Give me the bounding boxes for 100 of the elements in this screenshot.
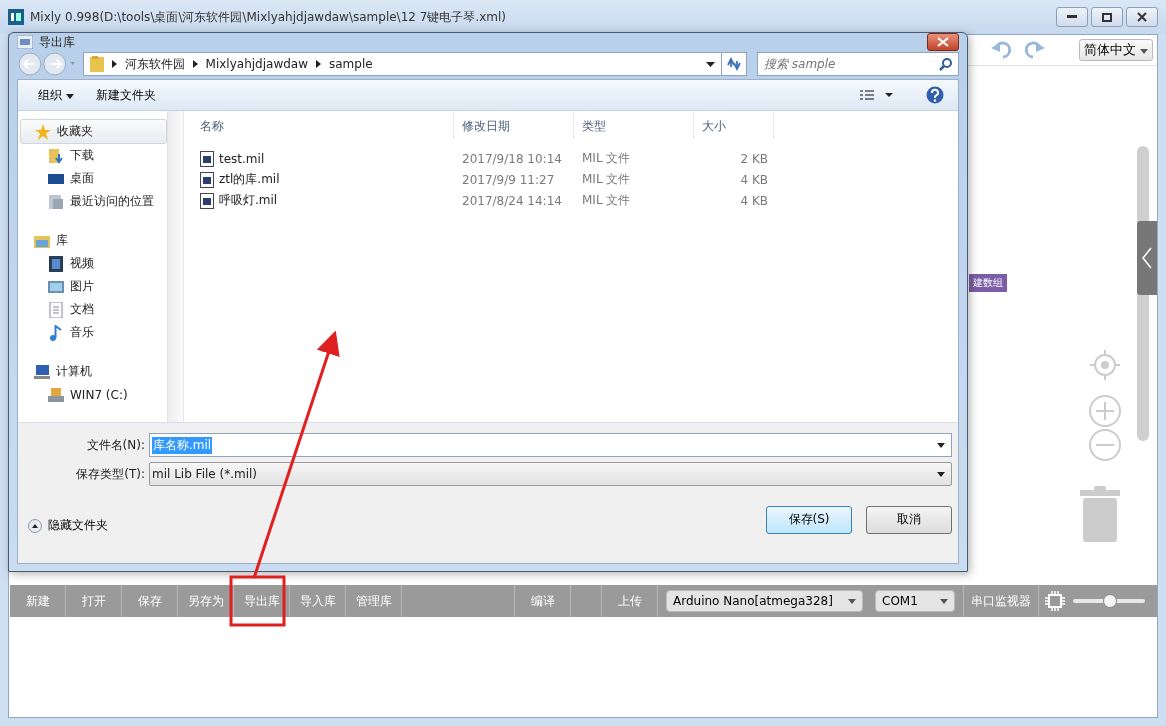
recent-icon — [48, 193, 64, 210]
nav-item[interactable]: 图片 — [20, 275, 167, 298]
nav-item[interactable]: 计算机 — [20, 360, 167, 383]
download-icon — [48, 147, 64, 164]
nav-item[interactable]: 视频 — [20, 252, 167, 275]
maximize-icon — [1102, 12, 1112, 22]
file-type: MIL 文件 — [581, 192, 632, 209]
dialog-button[interactable]: 保存(S) — [766, 505, 852, 534]
minimize-button[interactable] — [1056, 7, 1088, 27]
star-icon — [35, 123, 51, 140]
caret-icon — [65, 93, 74, 99]
video-icon — [48, 255, 64, 272]
nav-item[interactable]: 最近访问的位置 — [20, 190, 167, 213]
chevron-left-icon — [1142, 247, 1152, 269]
address-bar[interactable]: 河东软件园 Mixlyahjdjawdaw sample — [82, 52, 723, 76]
dropdown-arrow-icon[interactable] — [706, 61, 716, 67]
scrollbar[interactable] — [167, 111, 183, 422]
breadcrumb-item[interactable]: 河东软件园 — [124, 55, 185, 73]
zoom-out-icon[interactable] — [1088, 428, 1122, 462]
chevron-right-icon — [316, 60, 321, 68]
window-title: Mixly 0.998(D:\tools\桌面\河东软件园\Mixlyahjdjawdaw\sample\12 7键电子琴.xml) — [30, 8, 506, 26]
close-button[interactable] — [1126, 7, 1158, 27]
nav-item[interactable]: WIN7 (C:) — [20, 383, 167, 406]
file-type: MIL 文件 — [581, 171, 632, 188]
nav-item[interactable]: 音乐 — [20, 321, 167, 344]
file-icon — [200, 192, 214, 209]
code-block[interactable]: 建数组 — [969, 274, 1007, 292]
close-button[interactable] — [927, 33, 959, 51]
file-type: MIL 文件 — [581, 150, 632, 167]
minimize-icon — [1067, 15, 1077, 19]
dialog-title: 导出库 — [39, 33, 75, 51]
caret-icon — [937, 471, 945, 477]
nav-item[interactable]: 收藏夹 — [20, 119, 167, 144]
dialog-button[interactable]: 取消 — [866, 505, 952, 534]
caret-icon — [940, 598, 948, 604]
file-name: ztl的库.mil — [219, 171, 280, 188]
caret-icon — [937, 442, 945, 448]
file-row[interactable]: test.mil 2017/9/18 10:14 MIL 文件 2 KB — [184, 148, 958, 169]
help-icon[interactable] — [926, 86, 944, 104]
dialog-icon — [17, 35, 33, 49]
refresh-icon — [726, 57, 743, 71]
chevron-right-icon — [192, 60, 198, 68]
close-icon — [1137, 12, 1147, 22]
caret-icon — [848, 598, 856, 604]
breadcrumb-item[interactable]: sample — [329, 57, 373, 71]
refresh-button[interactable] — [721, 52, 747, 76]
board-dropdown[interactable]: Arduino Nano[atmega328] — [666, 590, 863, 612]
nav-item[interactable]: 库 — [20, 229, 167, 252]
field-label: 保存类型(T): — [75, 465, 146, 483]
file-icon — [200, 171, 214, 188]
file-type-dropdown[interactable]: mil Lib File (*.mil) — [149, 462, 952, 486]
slider-thumb[interactable] — [1103, 594, 1117, 608]
nav-item[interactable]: 桌面 — [20, 167, 167, 190]
breadcrumb-item[interactable]: Mixlyahjdjawdaw — [205, 57, 308, 71]
file-row[interactable]: ztl的库.mil 2017/9/9 11:27 MIL 文件 4 KB — [184, 169, 958, 190]
view-options-icon[interactable] — [860, 90, 894, 100]
nav-item[interactable]: 文档 — [20, 298, 167, 321]
zoom-in-icon[interactable] — [1088, 394, 1122, 428]
file-name: test.mil — [219, 151, 265, 166]
computer-icon — [34, 363, 50, 380]
folder-icon — [89, 56, 104, 72]
file-size: 4 KB — [739, 172, 769, 187]
file-date: 2017/9/18 10:14 — [461, 151, 563, 166]
file-name: 呼吸灯.mil — [219, 192, 278, 209]
search-field[interactable]: 搜索 sample — [757, 52, 959, 76]
field-label: 文件名(N): — [85, 436, 146, 454]
redo-icon[interactable] — [1022, 40, 1045, 60]
chip-icon[interactable] — [1045, 591, 1065, 611]
caret-icon — [1140, 49, 1148, 54]
collapse-icon — [28, 518, 42, 533]
music-icon — [48, 324, 64, 341]
picture-icon — [48, 278, 64, 295]
file-date: 2017/9/9 11:27 — [461, 172, 556, 187]
undo-icon[interactable] — [990, 40, 1013, 60]
chevron-right-icon — [111, 60, 117, 68]
hide-folders-toggle[interactable]: 隐藏文件夹 — [28, 517, 108, 534]
file-row[interactable]: 呼吸灯.mil 2017/8/24 14:14 MIL 文件 4 KB — [184, 190, 958, 211]
new-folder-button[interactable]: 新建文件夹 — [89, 84, 162, 106]
file-size: 4 KB — [739, 193, 769, 208]
drive-icon — [48, 386, 64, 403]
target-icon[interactable] — [1090, 350, 1120, 380]
column-header[interactable]: 名称 — [184, 113, 454, 139]
document-icon — [48, 301, 64, 318]
port-dropdown[interactable]: COM1 — [875, 590, 955, 612]
column-header[interactable]: 类型 — [574, 113, 694, 139]
app-icon — [8, 9, 24, 25]
toggle-panel-tab[interactable] — [1137, 221, 1157, 295]
highlight-frame — [229, 575, 286, 627]
maximize-button[interactable] — [1091, 7, 1123, 27]
nav-item[interactable]: 下载 — [20, 144, 167, 167]
file-date: 2017/8/24 14:14 — [461, 193, 563, 208]
organize-menu[interactable]: 组织 — [32, 84, 80, 106]
language-dropdown[interactable]: 简体中文 — [1078, 39, 1153, 61]
file-size: 2 KB — [739, 151, 769, 166]
trash-icon[interactable] — [1080, 486, 1120, 542]
close-icon — [937, 37, 949, 47]
file-icon — [200, 150, 214, 167]
search-icon — [939, 58, 952, 71]
column-header[interactable]: 大小 — [694, 113, 774, 139]
column-header[interactable]: 修改日期 — [454, 113, 574, 139]
